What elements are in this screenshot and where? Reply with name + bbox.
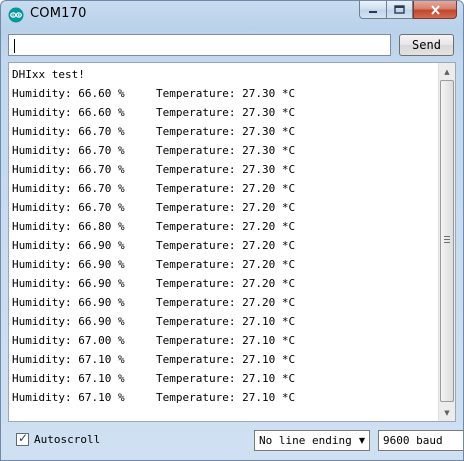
line-ending-value: No line ending <box>259 434 352 447</box>
temperature-reading: Temperature: 27.10 *C <box>156 315 296 328</box>
temperature-reading: Temperature: 27.10 *C <box>156 372 296 385</box>
output-line: Humidity: 66.90 % Temperature: 27.10 *C <box>12 312 437 331</box>
output-line: Humidity: 66.70 % Temperature: 27.30 *C <box>12 141 437 160</box>
temperature-reading: Temperature: 27.20 *C <box>156 239 296 252</box>
temperature-reading: Temperature: 27.20 *C <box>156 258 296 271</box>
temperature-reading: Temperature: 27.20 *C <box>156 220 296 233</box>
caption-buttons <box>359 1 457 20</box>
humidity-reading: Humidity: 67.00 % <box>12 334 125 347</box>
output-line: Humidity: 66.70 % Temperature: 27.20 *C <box>12 179 437 198</box>
output-line: Humidity: 66.60 % Temperature: 27.30 *C <box>12 84 437 103</box>
output-line: Humidity: 67.10 % Temperature: 27.10 *C <box>12 369 437 388</box>
maximize-button[interactable] <box>386 1 413 19</box>
temperature-reading: Temperature: 27.20 *C <box>156 201 296 214</box>
arduino-infinity-icon <box>8 7 24 23</box>
temperature-reading: Temperature: 27.30 *C <box>156 144 296 157</box>
maximize-icon <box>394 5 405 14</box>
line-ending-select[interactable]: No line ending ▼ <box>254 430 370 451</box>
output-line: Humidity: 66.90 % Temperature: 27.20 *C <box>12 236 437 255</box>
output-line: Humidity: 66.70 % Temperature: 27.30 *C <box>12 160 437 179</box>
output-line: Humidity: 67.10 % Temperature: 27.10 *C <box>12 388 437 407</box>
autoscroll-label: Autoscroll <box>34 433 101 446</box>
output-line: Humidity: 66.90 % Temperature: 27.20 *C <box>12 255 437 274</box>
text-caret <box>14 39 15 53</box>
send-button[interactable]: Send <box>399 34 454 56</box>
window-title: COM170 <box>30 6 87 21</box>
output-line: Humidity: 67.10 % Temperature: 27.10 *C <box>12 350 437 369</box>
scroll-up-arrow-icon[interactable]: ▲ <box>439 63 455 80</box>
temperature-reading: Temperature: 27.10 *C <box>156 353 296 366</box>
temperature-reading: Temperature: 27.20 *C <box>156 182 296 195</box>
humidity-reading: Humidity: 66.90 % <box>12 258 125 271</box>
vertical-scrollbar[interactable]: ▲ ▼ <box>438 63 455 421</box>
temperature-reading: Temperature: 27.10 *C <box>156 391 296 404</box>
output-line: Humidity: 66.70 % Temperature: 27.30 *C <box>12 122 437 141</box>
temperature-reading: Temperature: 27.20 *C <box>156 296 296 309</box>
footer-bar: ✓ Autoscroll No line ending ▼ 9600 baud <box>1 426 463 458</box>
close-button[interactable] <box>413 1 457 19</box>
temperature-reading: Temperature: 27.30 *C <box>156 106 296 119</box>
scroll-down-arrow-icon[interactable]: ▼ <box>439 404 455 421</box>
temperature-reading: Temperature: 27.30 *C <box>156 87 296 100</box>
autoscroll-toggle[interactable]: ✓ Autoscroll <box>16 431 101 446</box>
serial-output-area[interactable]: DHIxx test! Humidity: 66.60 % Temperature… <box>8 62 456 422</box>
humidity-reading: Humidity: 67.10 % <box>12 372 125 385</box>
humidity-reading: Humidity: 66.60 % <box>12 106 125 119</box>
temperature-reading: Temperature: 27.20 *C <box>156 277 296 290</box>
humidity-reading: Humidity: 66.60 % <box>12 87 125 100</box>
humidity-reading: Humidity: 66.90 % <box>12 239 125 252</box>
close-icon <box>430 4 440 15</box>
humidity-reading: Humidity: 66.70 % <box>12 144 125 157</box>
output-line: Humidity: 66.90 % Temperature: 27.20 *C <box>12 274 437 293</box>
checkmark-icon: ✓ <box>18 431 29 445</box>
output-header: DHIxx test! <box>12 68 85 81</box>
temperature-reading: Temperature: 27.30 *C <box>156 163 296 176</box>
output-line: Humidity: 66.70 % Temperature: 27.20 *C <box>12 198 437 217</box>
serial-output-text: DHIxx test! Humidity: 66.60 % Temperature… <box>12 65 437 419</box>
humidity-reading: Humidity: 66.90 % <box>12 296 125 309</box>
output-line: Humidity: 66.60 % Temperature: 27.30 *C <box>12 103 437 122</box>
humidity-reading: Humidity: 66.90 % <box>12 315 125 328</box>
humidity-reading: Humidity: 66.90 % <box>12 277 125 290</box>
humidity-reading: Humidity: 66.70 % <box>12 182 125 195</box>
humidity-reading: Humidity: 66.80 % <box>12 220 125 233</box>
grip-icon <box>444 236 450 243</box>
output-line: Humidity: 66.90 % Temperature: 27.20 *C <box>12 293 437 312</box>
serial-monitor-window: COM170 Send DHIxx test! Humidity: 66.60 … <box>0 0 464 461</box>
output-line: Humidity: 67.00 % Temperature: 27.10 *C <box>12 331 437 350</box>
humidity-reading: Humidity: 66.70 % <box>12 201 125 214</box>
title-bar[interactable]: COM170 <box>1 1 463 29</box>
humidity-reading: Humidity: 66.70 % <box>12 163 125 176</box>
scrollbar-thumb[interactable] <box>440 80 454 402</box>
minimize-button[interactable] <box>359 1 386 19</box>
humidity-reading: Humidity: 67.10 % <box>12 391 125 404</box>
autoscroll-checkbox[interactable]: ✓ <box>16 431 29 446</box>
humidity-reading: Humidity: 66.70 % <box>12 125 125 138</box>
baud-rate-select[interactable]: 9600 baud <box>378 430 463 451</box>
send-input[interactable] <box>8 34 391 56</box>
temperature-reading: Temperature: 27.10 *C <box>156 334 296 347</box>
output-line: Humidity: 66.80 % Temperature: 27.20 *C <box>12 217 437 236</box>
baud-rate-value: 9600 baud <box>383 434 443 447</box>
minimize-icon <box>369 10 377 13</box>
chevron-down-icon: ▼ <box>358 436 365 445</box>
temperature-reading: Temperature: 27.30 *C <box>156 125 296 138</box>
humidity-reading: Humidity: 67.10 % <box>12 353 125 366</box>
send-row: Send <box>8 34 456 58</box>
